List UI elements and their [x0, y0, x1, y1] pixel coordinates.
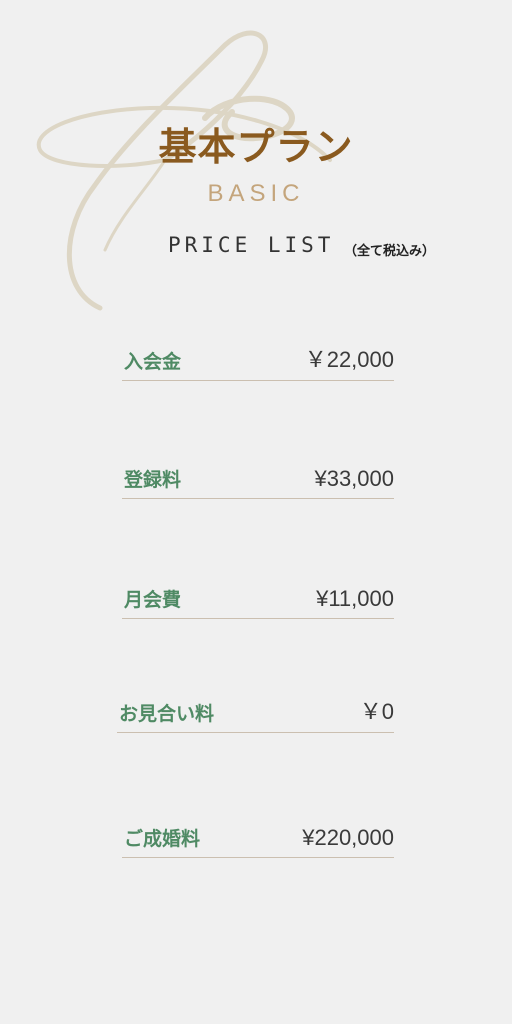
- price-label: ご成婚料: [124, 828, 201, 850]
- price-label: お見合い料: [119, 703, 215, 725]
- page-title: 基本プラン: [158, 124, 354, 169]
- price-label: 入会金: [124, 351, 182, 373]
- price-value: ￥22,000: [304, 347, 394, 372]
- price-row-registration-fee: 登録料 ¥33,000: [122, 464, 394, 499]
- price-row-monthly-fee: 月会費 ¥11,000: [122, 584, 394, 619]
- price-list-heading: PRICE LIST: [168, 233, 335, 257]
- price-value: ￥0: [359, 699, 394, 724]
- price-value: ¥220,000: [302, 825, 394, 850]
- price-label: 登録料: [124, 469, 182, 491]
- price-label: 月会費: [124, 589, 182, 611]
- price-value: ¥11,000: [316, 586, 394, 611]
- page-subtitle: BASIC: [207, 180, 305, 207]
- price-value: ¥33,000: [314, 466, 394, 491]
- price-row-marriage-fee: ご成婚料 ¥220,000: [122, 823, 394, 858]
- price-row-enrollment-fee: 入会金 ￥22,000: [122, 346, 394, 381]
- tax-note: （全て税込み）: [344, 244, 436, 259]
- price-row-matchmaking-fee: お見合い料 ￥0: [117, 698, 394, 733]
